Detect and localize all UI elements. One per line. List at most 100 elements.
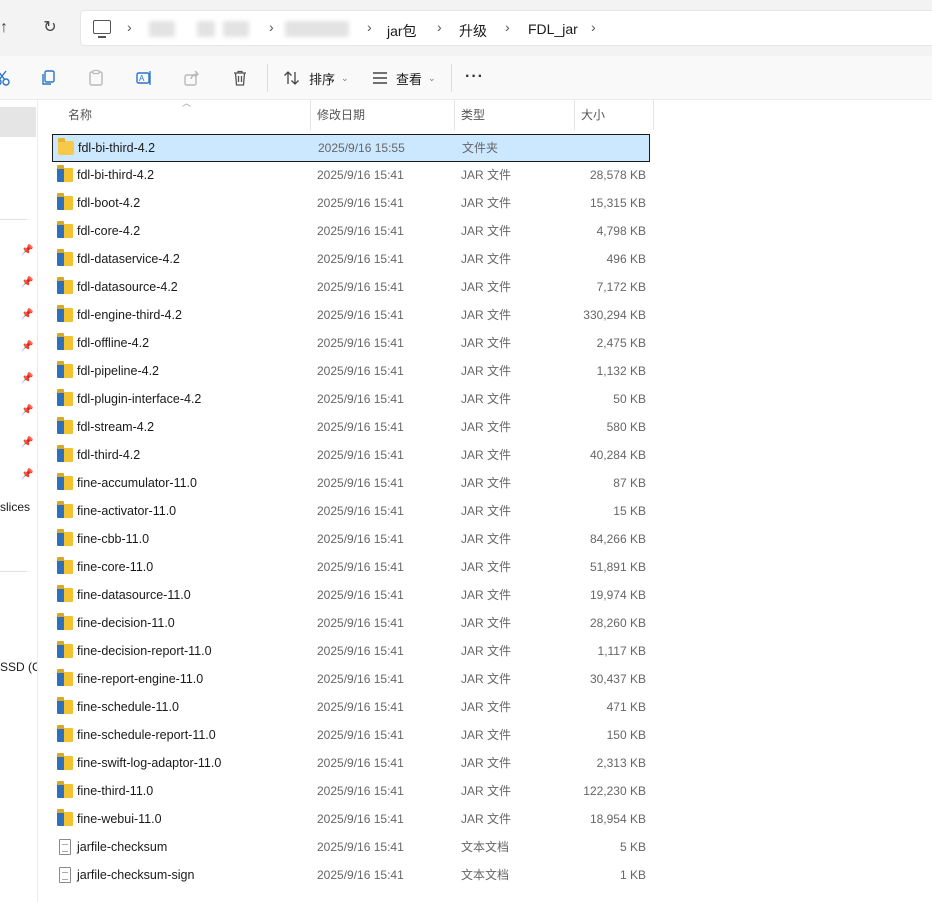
file-row[interactable]: fine-accumulator-11.0 2025/9/16 15:41 JAR … [52, 470, 650, 498]
pin-icon[interactable]: 📌 [21, 406, 33, 416]
file-name: fine-report-engine-11.0 [77, 672, 204, 686]
delete-icon[interactable] [230, 68, 250, 88]
pin-icon[interactable]: 📌 [21, 438, 33, 448]
file-row[interactable]: fdl-boot-4.2 2025/9/16 15:41 JAR 文件 15,315 … [52, 190, 650, 218]
file-date: 2025/9/16 15:41 [317, 840, 404, 854]
toolbar-divider [267, 64, 268, 92]
file-name: fine-activator-11.0 [77, 504, 177, 518]
file-name: fdl-bi-third-4.2 [77, 168, 155, 182]
breadcrumb-redacted[interactable] [197, 21, 215, 37]
file-row[interactable]: fine-webui-11.0 2025/9/16 15:41 JAR 文件 18,9… [52, 806, 650, 834]
file-row[interactable]: fdl-dataservice-4.2 2025/9/16 15:41 JAR 文件… [52, 246, 650, 274]
chevron-down-icon: ⌄ [341, 72, 349, 83]
column-header-date[interactable]: 修改日期 [317, 100, 365, 130]
file-size: 580 KB [606, 420, 646, 434]
nav-divider [0, 219, 27, 220]
file-row[interactable]: fdl-datasource-4.2 2025/9/16 15:41 JAR 文件 7… [52, 274, 650, 302]
pin-icon[interactable]: 📌 [21, 278, 33, 288]
file-row[interactable]: jarfile-checksum-sign 2025/9/16 15:41 文本文档… [52, 862, 650, 890]
file-date: 2025/9/16 15:41 [317, 252, 404, 266]
file-type: JAR 文件 [461, 756, 512, 770]
file-row[interactable]: fine-swift-log-adaptor-11.0 2025/9/16 15:… [52, 750, 650, 778]
jar-file-icon [57, 613, 73, 630]
cut-icon[interactable] [0, 68, 12, 88]
breadcrumb-item[interactable]: 升级 [459, 21, 487, 41]
view-button[interactable]: 查看 ⌄ [372, 68, 436, 88]
pin-icon[interactable]: 📌 [21, 342, 33, 352]
file-size: 150 KB [606, 728, 646, 742]
pin-icon[interactable]: 📌 [21, 374, 33, 384]
breadcrumb-redacted[interactable] [285, 21, 349, 37]
file-row[interactable]: fine-decision-report-11.0 2025/9/16 15:41… [52, 638, 650, 666]
jar-file-icon [57, 361, 73, 378]
chevron-right-icon[interactable]: › [269, 19, 274, 35]
chevron-right-icon[interactable]: › [437, 19, 442, 35]
pin-icon[interactable]: 📌 [21, 310, 33, 320]
file-date: 2025/9/16 15:41 [317, 784, 404, 798]
file-row[interactable]: fine-schedule-report-11.0 2025/9/16 15:41… [52, 722, 650, 750]
share-icon[interactable] [182, 68, 202, 88]
file-row[interactable]: fdl-offline-4.2 2025/9/16 15:41 JAR 文件 2,47… [52, 330, 650, 358]
pin-icon[interactable]: 📌 [21, 246, 33, 256]
file-date: 2025/9/16 15:41 [317, 224, 404, 238]
file-row[interactable]: fdl-core-4.2 2025/9/16 15:41 JAR 文件 4,798 K… [52, 218, 650, 246]
file-row[interactable]: fine-cbb-11.0 2025/9/16 15:41 JAR 文件 84,266… [52, 526, 650, 554]
column-header-type[interactable]: 类型 [461, 100, 485, 130]
file-type: JAR 文件 [461, 420, 512, 434]
column-divider[interactable] [310, 100, 311, 130]
nav-item-drive-c[interactable]: SSD (C [0, 660, 37, 674]
jar-file-icon [57, 557, 73, 574]
file-row[interactable]: fine-third-11.0 2025/9/16 15:41 JAR 文件 122,… [52, 778, 650, 806]
nav-selected-item[interactable] [0, 107, 36, 137]
breadcrumb-item[interactable]: jar包 [387, 21, 417, 41]
column-divider[interactable] [653, 100, 654, 130]
file-row[interactable]: fdl-pipeline-4.2 2025/9/16 15:41 JAR 文件 1,1… [52, 358, 650, 386]
breadcrumb-redacted[interactable] [149, 21, 175, 37]
file-row[interactable]: fdl-third-4.2 2025/9/16 15:41 JAR 文件 40,284… [52, 442, 650, 470]
chevron-right-icon[interactable]: › [505, 19, 510, 35]
chevron-right-icon[interactable]: › [367, 19, 372, 35]
file-row[interactable]: fine-schedule-11.0 2025/9/16 15:41 JAR 文件 4… [52, 694, 650, 722]
address-bar[interactable]: › › › jar包 › 升级 › FDL_jar › [80, 10, 932, 46]
folder-icon [58, 138, 74, 155]
file-row[interactable]: fdl-plugin-interface-4.2 2025/9/16 15:41 J… [52, 386, 650, 414]
file-row[interactable]: fine-datasource-11.0 2025/9/16 15:41 JAR 文… [52, 582, 650, 610]
command-bar: A 排序 ⌄ 查看 ⌄ ··· [0, 56, 932, 100]
refresh-icon[interactable]: ↻ [40, 18, 60, 38]
jar-file-icon [57, 445, 73, 462]
pin-icon[interactable]: 📌 [21, 470, 33, 480]
chevron-right-icon[interactable]: › [127, 19, 132, 35]
more-options-button[interactable]: ··· [465, 68, 484, 86]
file-type: JAR 文件 [461, 784, 512, 798]
copy-icon[interactable] [38, 68, 58, 88]
file-size: 1 KB [619, 868, 646, 882]
column-header-size[interactable]: 大小 [581, 100, 605, 130]
jar-file-icon [57, 277, 73, 294]
column-divider[interactable] [454, 100, 455, 130]
file-row[interactable]: fdl-stream-4.2 2025/9/16 15:41 JAR 文件 580 K… [52, 414, 650, 442]
paste-icon[interactable] [86, 68, 106, 88]
file-size: 122,230 KB [583, 784, 646, 798]
file-row[interactable]: fdl-bi-third-4.2 2025/9/16 15:41 JAR 文件 28,… [52, 162, 650, 190]
file-date: 2025/9/16 15:41 [317, 336, 404, 350]
file-row[interactable]: fdl-engine-third-4.2 2025/9/16 15:41 JAR 文… [52, 302, 650, 330]
file-row[interactable]: fine-core-11.0 2025/9/16 15:41 JAR 文件 51,89… [52, 554, 650, 582]
breadcrumb-item[interactable]: FDL_jar [528, 21, 578, 37]
chevron-right-icon[interactable]: › [591, 19, 596, 35]
file-row[interactable]: fine-activator-11.0 2025/9/16 15:41 JAR 文件… [52, 498, 650, 526]
jar-file-icon [57, 585, 73, 602]
file-row[interactable]: fine-decision-11.0 2025/9/16 15:41 JAR 文件 2… [52, 610, 650, 638]
rename-icon[interactable]: A [134, 68, 154, 88]
sort-button[interactable]: 排序 ⌄ [283, 68, 349, 88]
file-row[interactable]: fine-report-engine-11.0 2025/9/16 15:41 JA… [52, 666, 650, 694]
breadcrumb-redacted[interactable] [223, 21, 249, 37]
column-divider[interactable] [574, 100, 575, 130]
file-size: 15,315 KB [589, 196, 646, 210]
file-row[interactable]: jarfile-checksum 2025/9/16 15:41 文本文档 5 KB [52, 834, 650, 862]
file-row[interactable]: fdl-bi-third-4.2 2025/9/16 15:55 文件夹 [52, 134, 650, 162]
column-header-name[interactable]: 名称 [68, 100, 92, 130]
up-arrow-icon[interactable]: ↑ [0, 18, 14, 38]
file-name: fine-datasource-11.0 [77, 588, 191, 602]
file-type: JAR 文件 [461, 392, 512, 406]
nav-item-slices[interactable]: slices [0, 500, 30, 514]
